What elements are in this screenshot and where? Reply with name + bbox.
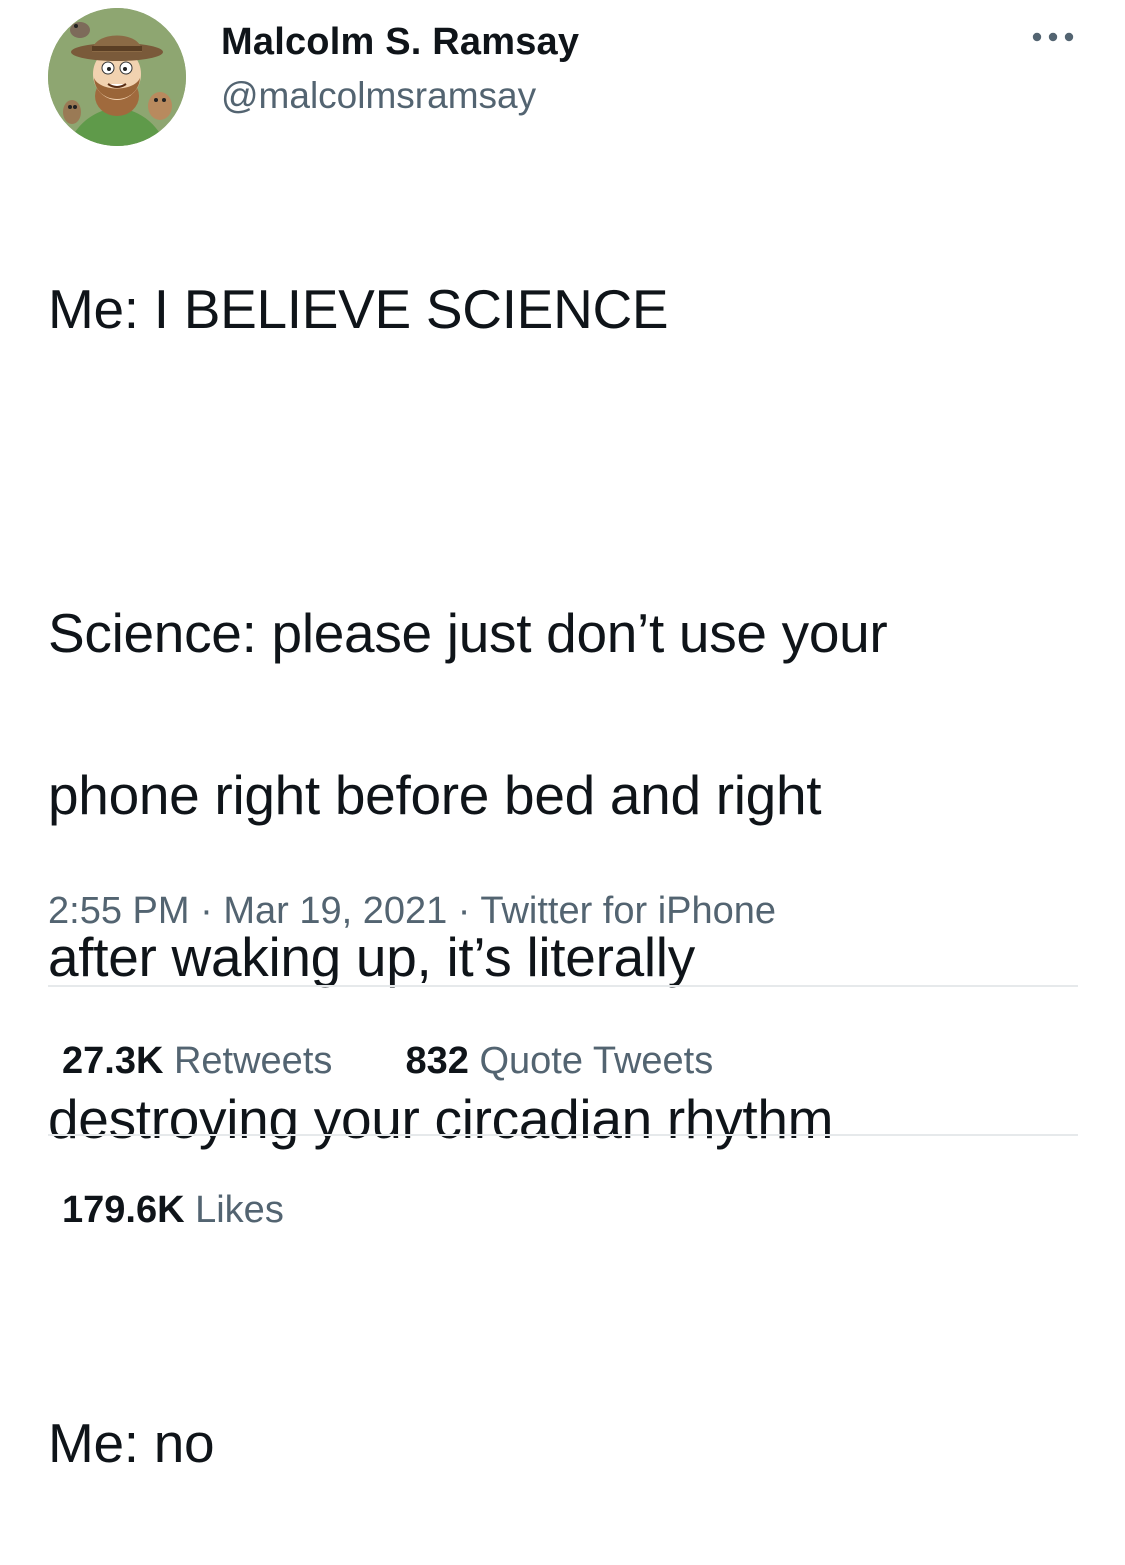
quote-tweets-stat[interactable]: 832 Quote Tweets bbox=[406, 1040, 714, 1082]
likes-count: 179.6K bbox=[62, 1189, 185, 1231]
likes-stat[interactable]: 179.6K Likes bbox=[62, 1189, 284, 1231]
quote-tweets-count: 832 bbox=[405, 1040, 469, 1082]
meta-separator: · bbox=[189, 890, 224, 932]
quote-tweets-label: Quote Tweets bbox=[479, 1040, 714, 1082]
retweets-stat[interactable]: 27.3K Retweets bbox=[62, 1040, 332, 1082]
divider bbox=[48, 1134, 1078, 1136]
author-block: Malcolm S. Ramsay @malcolmsramsay bbox=[221, 18, 579, 124]
author-handle[interactable]: @malcolmsramsay bbox=[221, 68, 579, 124]
retweet-stats-row: 27.3K Retweets 832 Quote Tweets bbox=[62, 1033, 713, 1089]
tweet-line bbox=[48, 431, 1088, 512]
tweet-meta: 2:55 PM · Mar 19, 2021 · Twitter for iPh… bbox=[48, 883, 776, 939]
retweets-count: 27.3K bbox=[62, 1040, 164, 1082]
tweet-text: Me: I BELIEVE SCIENCE Science: please ju… bbox=[48, 188, 1088, 1565]
tweet-line: phone right before bed and right bbox=[48, 764, 822, 826]
retweets-label: Retweets bbox=[173, 1040, 333, 1082]
tweet-line: Science: please just don’t use your bbox=[48, 602, 888, 664]
divider bbox=[48, 985, 1078, 987]
tweet-line bbox=[48, 1241, 1088, 1322]
avatar[interactable] bbox=[48, 8, 186, 146]
tweet-line: destroying your circadian rhythm bbox=[48, 1088, 834, 1150]
tweet-source[interactable]: Twitter for iPhone bbox=[480, 890, 776, 932]
author-display-name[interactable]: Malcolm S. Ramsay bbox=[221, 18, 579, 66]
tweet-header: Malcolm S. Ramsay @malcolmsramsay bbox=[48, 8, 1078, 148]
likes-stats-row: 179.6K Likes bbox=[62, 1182, 284, 1238]
cartoon-avatar-icon bbox=[48, 8, 186, 146]
more-horizontal-icon[interactable] bbox=[1028, 22, 1078, 52]
tweet-line: Me: no bbox=[48, 1412, 215, 1474]
likes-label: Likes bbox=[195, 1189, 284, 1231]
tweet-date[interactable]: Mar 19, 2021 bbox=[223, 890, 447, 932]
tweet-time[interactable]: 2:55 PM bbox=[48, 890, 190, 932]
tweet-line: Me: I BELIEVE SCIENCE bbox=[48, 278, 669, 340]
meta-separator: · bbox=[447, 890, 481, 932]
